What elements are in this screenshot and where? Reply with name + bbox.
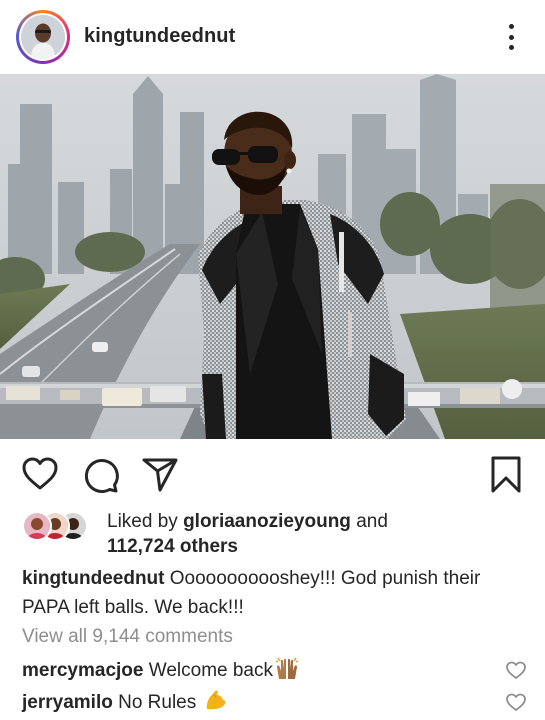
liker-username[interactable]: gloriaanozieyoung: [183, 511, 351, 532]
likes-count[interactable]: 112,724 others: [107, 536, 238, 558]
liked-by-prefix: Liked by: [107, 511, 178, 532]
post-caption: kingtundeednut Ooooooooooshey!!! God pun…: [22, 564, 527, 622]
more-options-button[interactable]: [501, 22, 521, 52]
comment-item: jerryamilo No Rules: [22, 689, 527, 717]
liked-by-text: Liked by gloriaanozieyoung and: [107, 511, 388, 533]
post-header: kingtundeednut: [0, 0, 545, 74]
paper-plane-icon: [142, 458, 178, 492]
liked-by-joiner: and: [356, 511, 388, 532]
heart-icon: [22, 457, 58, 490]
flexed-biceps-emoji: [204, 689, 228, 717]
avatar-photo: [21, 15, 65, 59]
liker-avatar: [22, 511, 52, 541]
heart-icon: [506, 693, 526, 711]
comment-text: Welcome back: [148, 660, 274, 681]
raised-hands-emoji: [275, 657, 299, 685]
vertical-dots-icon: [508, 24, 514, 29]
comment-item: mercymacjoe Welcome back: [22, 657, 527, 685]
post-photo[interactable]: [0, 74, 545, 439]
likes-section: Liked by gloriaanozieyoung and 112,724 o…: [22, 509, 522, 561]
post-actions: [0, 446, 545, 502]
profile-avatar[interactable]: [16, 10, 70, 64]
speech-bubble-icon: [84, 459, 119, 493]
comment-button[interactable]: [80, 454, 120, 494]
liker-avatars[interactable]: [22, 511, 102, 541]
caption-author[interactable]: kingtundeednut: [22, 568, 164, 589]
like-comment-button[interactable]: [505, 692, 527, 712]
comment-author[interactable]: mercymacjoe: [22, 660, 143, 681]
bookmark-icon: [491, 456, 521, 493]
like-button[interactable]: [20, 454, 60, 494]
post-username[interactable]: kingtundeednut: [84, 25, 235, 48]
comment-author[interactable]: jerryamilo: [22, 692, 113, 713]
view-all-comments-link[interactable]: View all 9,144 comments: [22, 626, 233, 648]
comment-text: No Rules: [118, 692, 197, 713]
share-button[interactable]: [140, 454, 180, 494]
save-button[interactable]: [486, 454, 526, 494]
like-comment-button[interactable]: [505, 660, 527, 680]
heart-icon: [506, 661, 526, 679]
